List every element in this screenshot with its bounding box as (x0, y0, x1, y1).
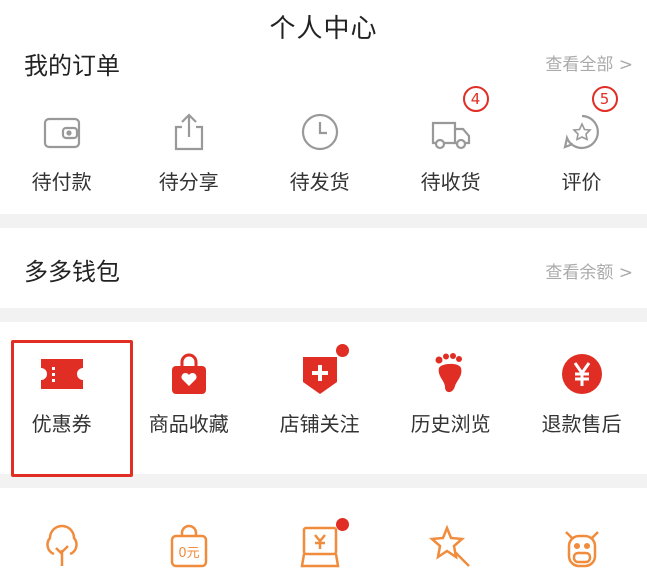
orders-title: 我的订单 (24, 52, 120, 80)
more-item-star[interactable] (385, 522, 516, 570)
wallet-title: 多多钱包 (24, 258, 120, 286)
order-item-pending-ship[interactable]: 待发货 (254, 108, 385, 195)
truck-icon: 4 (427, 86, 489, 156)
review-count-badge: 5 (591, 86, 618, 112)
zero-yuan-text: 0元 (178, 546, 199, 561)
order-item-pending-share[interactable]: 待分享 (123, 108, 254, 195)
orders-section-header: 我的订单 查看全部 > (0, 52, 647, 90)
shop-plus-icon (296, 344, 349, 398)
view-all-orders-link[interactable]: 查看全部 > (545, 52, 633, 75)
order-item-label: 待发货 (289, 170, 350, 194)
service-label: 店铺关注 (279, 412, 360, 436)
order-item-pending-receive[interactable]: 4 待收货 (385, 86, 516, 195)
order-item-label: 评价 (561, 170, 602, 194)
receive-count-badge: 4 (462, 86, 489, 112)
new-dot (335, 518, 349, 531)
order-item-pending-payment[interactable]: 待付款 (0, 108, 123, 195)
more-services-row: 0元 (0, 488, 647, 578)
coupon-icon (38, 350, 86, 398)
order-item-label: 待付款 (31, 170, 92, 194)
wallet-section[interactable]: 多多钱包 查看余额 > (0, 228, 647, 308)
yuan-card-icon (296, 518, 349, 570)
service-history[interactable]: 历史浏览 (385, 350, 516, 437)
service-favorites[interactable]: 商品收藏 (123, 350, 254, 437)
service-label: 商品收藏 (148, 412, 229, 436)
yuan-icon (558, 350, 606, 398)
order-item-label: 待收货 (420, 170, 481, 194)
more-item-cow[interactable] (516, 522, 647, 570)
wallet-icon (38, 108, 86, 156)
service-coupons[interactable]: 优惠券 (0, 350, 123, 437)
service-label: 退款售后 (541, 412, 622, 436)
service-followed-shops[interactable]: 店铺关注 (254, 344, 385, 437)
order-item-label: 待分享 (158, 170, 219, 194)
clock-icon (296, 108, 344, 156)
cow-icon (558, 522, 606, 570)
shopping-bag-heart-icon (165, 350, 213, 398)
services-row: 优惠券 商品收藏 店铺关注 历史浏览 退款售后 (0, 322, 647, 474)
bag-zero-icon: 0元 (165, 522, 213, 570)
top-bar: 个人中心 (0, 0, 647, 52)
more-item-yuan-card[interactable] (254, 518, 385, 570)
more-item-zero-yuan[interactable]: 0元 (123, 522, 254, 570)
page-title: 个人中心 (269, 13, 378, 44)
new-dot (335, 344, 349, 357)
service-refunds[interactable]: 退款售后 (516, 350, 647, 437)
tree-icon (38, 522, 86, 570)
footprint-icon (427, 350, 475, 398)
star-cursor-icon (427, 522, 475, 570)
order-item-review[interactable]: 5 评价 (516, 86, 647, 195)
review-icon: 5 (558, 86, 618, 156)
share-icon (165, 108, 213, 156)
more-item-tree[interactable] (0, 522, 123, 570)
view-balance-link[interactable]: 查看余额 > (545, 258, 633, 283)
order-status-row: 待付款 待分享 待发货 4 待收货 5 评价 (0, 86, 647, 214)
service-label: 优惠券 (31, 412, 92, 436)
service-label: 历史浏览 (410, 412, 491, 436)
